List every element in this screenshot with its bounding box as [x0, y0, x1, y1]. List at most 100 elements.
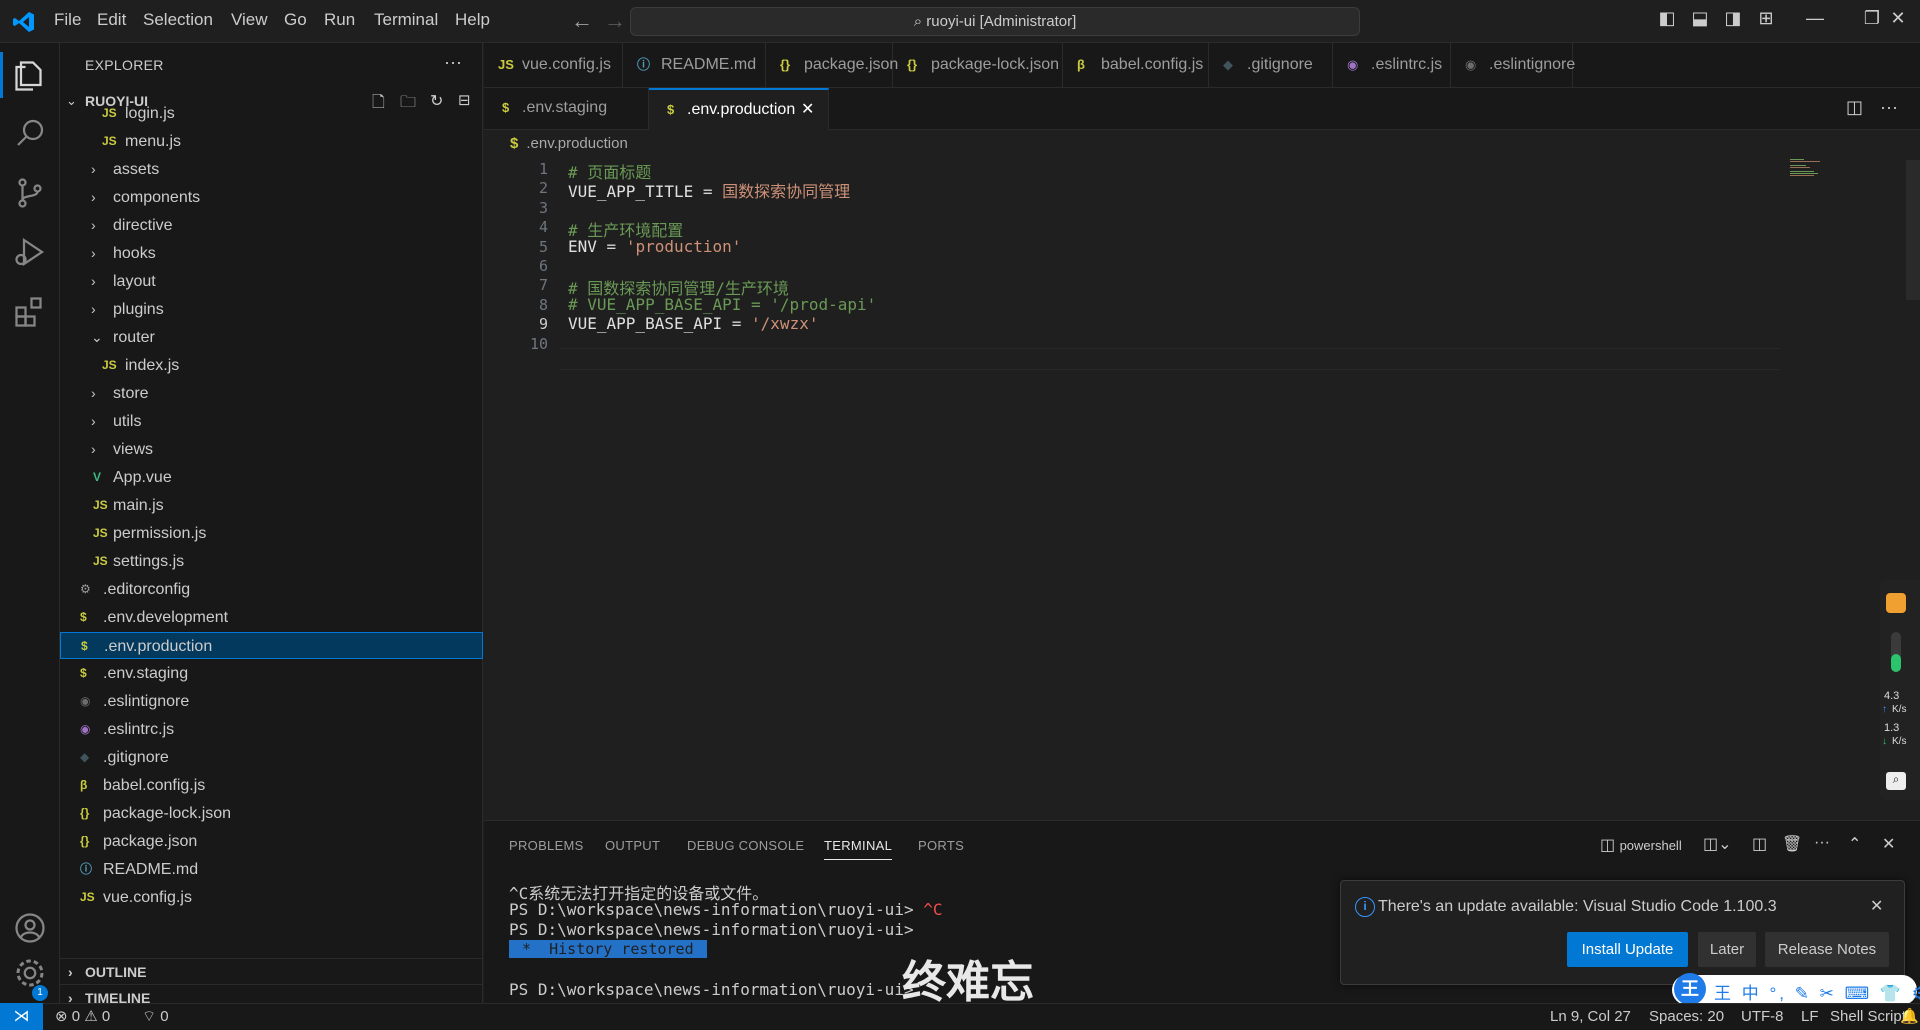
- customize-layout-icon[interactable]: ⊞: [1754, 8, 1778, 29]
- tree-folder[interactable]: › store: [60, 380, 483, 407]
- tree-file[interactable]: JS settings.js: [60, 548, 483, 575]
- menu-go[interactable]: Go: [284, 10, 307, 30]
- tree-folder[interactable]: › directive: [60, 212, 483, 239]
- encoding[interactable]: UTF-8: [1741, 1003, 1784, 1030]
- tree-file[interactable]: JS index.js: [60, 352, 483, 379]
- ime-toolbar[interactable]: 王 王 中 °, ✎ ✂ ⌨ 👕 ⚙: [1672, 973, 1920, 1005]
- menu-view[interactable]: View: [231, 10, 268, 30]
- editor-tab[interactable]: JS vue.config.js: [484, 43, 623, 87]
- terminal-line[interactable]: PS D:\workspace\news-information\ruoyi-u…: [509, 980, 914, 999]
- back-arrow-icon[interactable]: ←: [571, 8, 593, 34]
- code-line[interactable]: VUE_APP_BASE_API = '/xwzx': [568, 314, 818, 333]
- tab-debug-console[interactable]: DEBUG CONSOLE: [687, 838, 804, 853]
- tree-file[interactable]: ◉ .eslintignore: [60, 688, 483, 715]
- tree-folder[interactable]: › layout: [60, 268, 483, 295]
- code-line[interactable]: ENV = 'production': [568, 237, 741, 256]
- close-window-icon[interactable]: ✕: [1888, 8, 1908, 29]
- ime-tools[interactable]: 王 中 °, ✎ ✂ ⌨ 👕 ⚙: [1714, 979, 1920, 1004]
- tree-file[interactable]: β babel.config.js: [60, 772, 483, 799]
- menu-help[interactable]: Help: [455, 10, 490, 30]
- tree-file[interactable]: {} package-lock.json: [60, 800, 483, 827]
- tree-file[interactable]: ⚙ .editorconfig: [60, 576, 483, 603]
- search-sidebar-icon[interactable]: [12, 115, 48, 151]
- tree-file[interactable]: $ .env.staging: [60, 660, 483, 687]
- menu-file[interactable]: File: [54, 10, 81, 30]
- language-mode[interactable]: Shell Script: [1830, 1003, 1906, 1030]
- install-update-button[interactable]: Install Update: [1567, 932, 1688, 967]
- tree-file[interactable]: $ .env.production: [60, 632, 483, 659]
- tree-folder[interactable]: › views: [60, 436, 483, 463]
- editor-tab[interactable]: ◉ .eslintignore: [1451, 43, 1575, 87]
- editor-more-icon[interactable]: ···: [1880, 97, 1898, 118]
- tab-problems[interactable]: PROBLEMS: [509, 838, 584, 853]
- breadcrumb[interactable]: $ .env.production: [510, 135, 628, 152]
- tree-file[interactable]: V App.vue: [60, 464, 483, 491]
- editor-tab[interactable]: {} package-lock.json: [893, 43, 1063, 87]
- tree-file[interactable]: JS vue.config.js: [60, 884, 483, 911]
- end-of-line[interactable]: LF: [1801, 1003, 1819, 1030]
- vertical-scrollbar[interactable]: [1906, 160, 1920, 300]
- tree-folder[interactable]: › assets: [60, 156, 483, 183]
- ports-status[interactable]: ⌔ 0: [142, 1003, 169, 1030]
- widget-search-icon[interactable]: ⌕: [1886, 772, 1906, 790]
- trash-icon[interactable]: 🗑: [1782, 834, 1802, 854]
- maximize-panel-icon[interactable]: ⌃: [1848, 834, 1861, 854]
- tree-file[interactable]: ◉ .eslintrc.js: [60, 716, 483, 743]
- terminal-profile[interactable]: ◫ powershell: [1600, 835, 1682, 855]
- cursor-position[interactable]: Ln 9, Col 27: [1550, 1003, 1631, 1030]
- tree-file[interactable]: {} package.json: [60, 828, 483, 855]
- menu-edit[interactable]: Edit: [97, 10, 126, 30]
- tree-file[interactable]: $ .env.development: [60, 604, 483, 631]
- menu-run[interactable]: Run: [324, 10, 355, 30]
- accounts-icon[interactable]: [12, 910, 48, 946]
- close-tab-icon[interactable]: ✕: [801, 90, 814, 130]
- tree-file[interactable]: ⓘ README.md: [60, 856, 483, 883]
- ime-logo-icon[interactable]: 王: [1674, 973, 1706, 1005]
- toggle-panel-icon[interactable]: ⬓: [1688, 8, 1712, 29]
- notifications-bell-icon[interactable]: 🔔: [1900, 1003, 1919, 1030]
- tree-folder[interactable]: › hooks: [60, 240, 483, 267]
- editor-tab[interactable]: $ .env.staging: [484, 88, 649, 130]
- editor-tab[interactable]: $ .env.production ✕: [649, 88, 829, 130]
- explorer-icon[interactable]: [12, 58, 48, 94]
- outline-section[interactable]: › OUTLINE: [60, 958, 483, 984]
- code-line[interactable]: VUE_APP_TITLE = 国数探索协同管理: [568, 178, 850, 202]
- run-debug-icon[interactable]: [12, 234, 48, 270]
- restore-icon[interactable]: ❐: [1860, 8, 1884, 29]
- tree-folder[interactable]: › components: [60, 184, 483, 211]
- tree-file[interactable]: JS login.js: [60, 100, 483, 127]
- editor-tab[interactable]: ◆ .gitignore: [1209, 43, 1333, 87]
- split-terminal-icon[interactable]: ◫⌄: [1703, 834, 1732, 854]
- extensions-icon[interactable]: [12, 294, 48, 330]
- editor-tab[interactable]: {} package.json: [766, 43, 898, 87]
- toggle-primary-sidebar-icon[interactable]: ◧: [1655, 8, 1679, 29]
- tree-file[interactable]: ◆ .gitignore: [60, 744, 483, 771]
- tree-folder[interactable]: › plugins: [60, 296, 483, 323]
- remote-indicator-icon[interactable]: ⋊: [0, 1003, 43, 1030]
- indentation[interactable]: Spaces: 20: [1649, 1003, 1724, 1030]
- tree-file[interactable]: JS permission.js: [60, 520, 483, 547]
- release-notes-button[interactable]: Release Notes: [1765, 932, 1889, 967]
- terminal-layout-icon[interactable]: ◫: [1752, 834, 1767, 854]
- source-control-icon[interactable]: [12, 175, 48, 211]
- minimap[interactable]: [1790, 158, 1824, 176]
- code-line[interactable]: # VUE_APP_BASE_API = '/prod-api': [568, 295, 876, 314]
- minimize-icon[interactable]: —: [1803, 8, 1827, 29]
- close-notification-icon[interactable]: ✕: [1870, 896, 1883, 916]
- editor-tab[interactable]: ⓘ README.md: [623, 43, 766, 87]
- editor-tab[interactable]: ◉ .eslintrc.js: [1333, 43, 1451, 87]
- tree-folder[interactable]: ⌄ router: [60, 324, 483, 351]
- editor-tab[interactable]: β babel.config.js: [1063, 43, 1209, 87]
- later-button[interactable]: Later: [1698, 932, 1756, 967]
- tree-folder[interactable]: › utils: [60, 408, 483, 435]
- tab-ports[interactable]: PORTS: [918, 838, 964, 853]
- problems-status[interactable]: ⊗ 0 ⚠ 0: [55, 1003, 110, 1030]
- split-editor-icon[interactable]: ◫: [1846, 97, 1863, 118]
- tree-file[interactable]: JS menu.js: [60, 128, 483, 155]
- command-center-search[interactable]: ⌕ ruoyi-ui [Administrator]: [630, 7, 1360, 36]
- close-panel-icon[interactable]: ✕: [1882, 834, 1895, 854]
- editor-area[interactable]: [484, 130, 1920, 820]
- tab-terminal[interactable]: TERMINAL: [824, 838, 893, 860]
- menu-terminal[interactable]: Terminal: [374, 10, 438, 30]
- toggle-secondary-sidebar-icon[interactable]: ◨: [1721, 8, 1745, 29]
